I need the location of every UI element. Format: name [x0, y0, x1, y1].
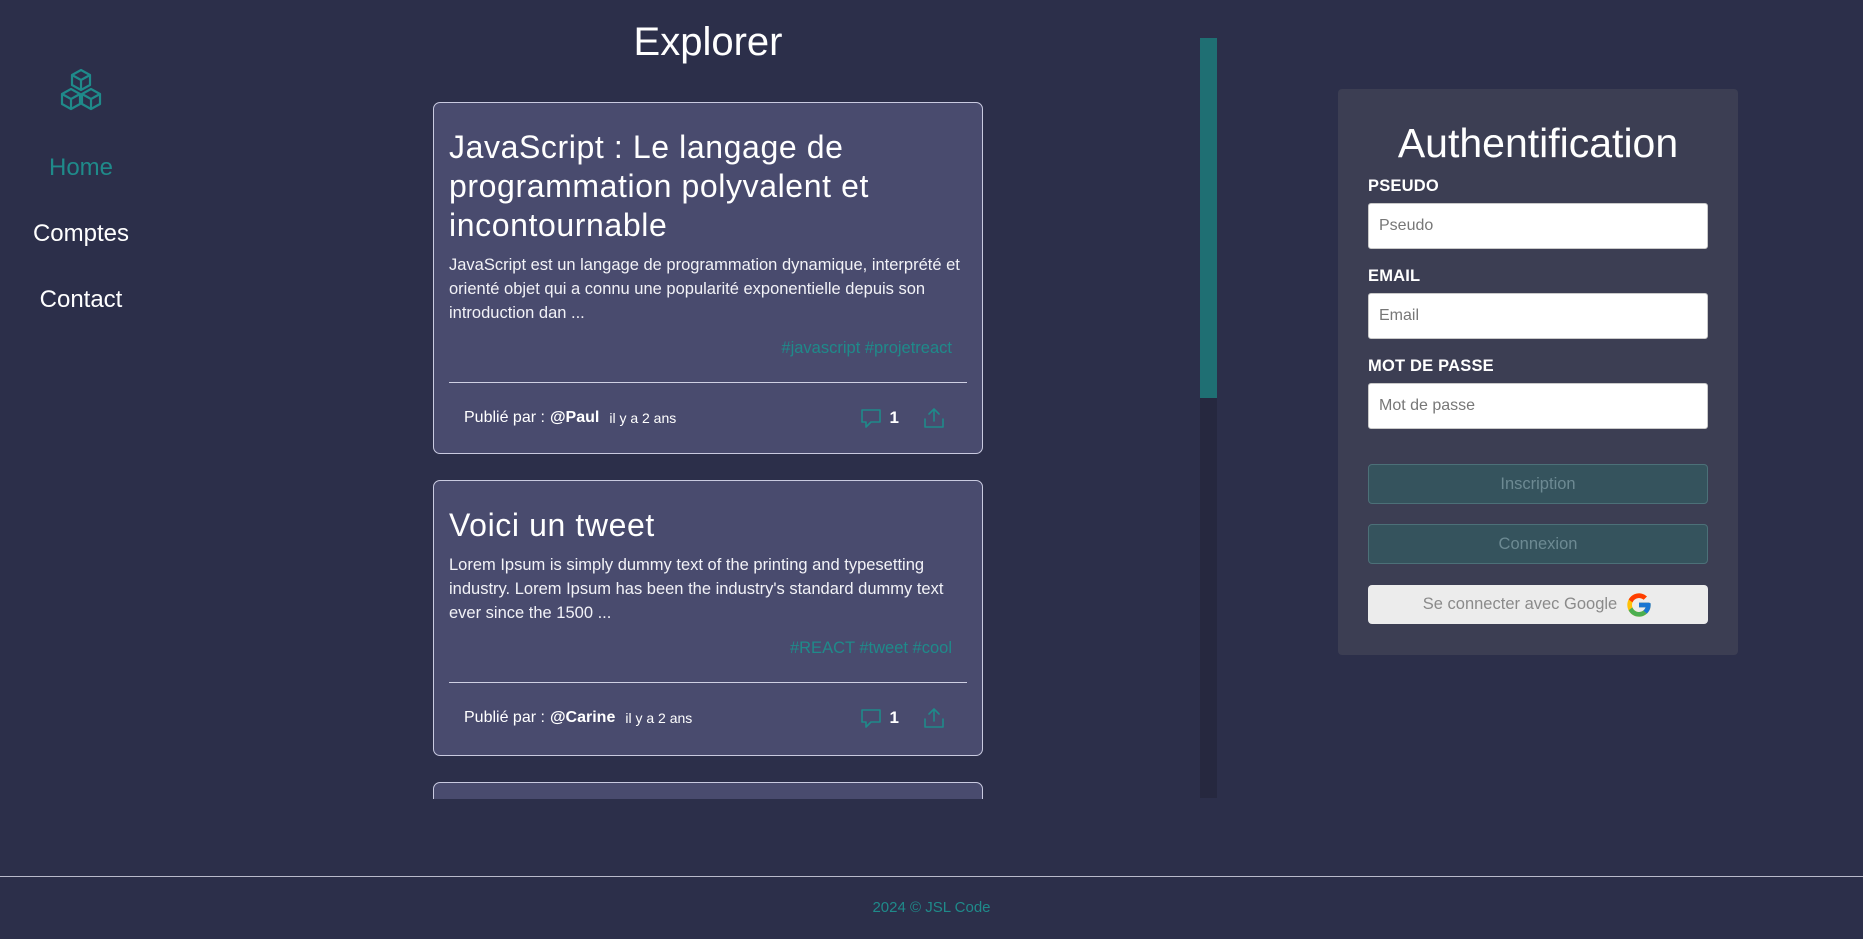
post-card: Voici un tweet Lorem Ipsum is simply dum… [433, 480, 983, 756]
post-title[interactable]: JavaScript : Le langage de programmation… [449, 128, 967, 245]
post-excerpt: Lorem Ipsum is simply dummy text of the … [449, 556, 944, 622]
post-author[interactable]: @Carine [550, 709, 615, 727]
cubes-icon[interactable] [59, 68, 103, 112]
share-icon [924, 708, 944, 728]
email-input[interactable] [1368, 293, 1708, 339]
post-card: JavaScript : Le langage de programmation… [433, 102, 983, 454]
post-title[interactable]: Voici un tweet [449, 506, 967, 545]
nav-contact[interactable]: Contact [0, 286, 162, 314]
share-button[interactable] [923, 407, 945, 429]
share-icon [924, 408, 944, 428]
share-button[interactable] [923, 707, 945, 729]
comment-icon [860, 709, 881, 728]
post-excerpt: JavaScript est un langage de programmati… [449, 256, 960, 322]
post-tags[interactable]: #REACT #tweet #cool [449, 639, 967, 658]
google-login-label: Se connecter avec Google [1422, 595, 1618, 613]
scrollbar-thumb[interactable] [1200, 38, 1217, 398]
post-time: il y a 2 ans [609, 410, 677, 426]
post-author[interactable]: @Paul [550, 409, 599, 427]
post-tags[interactable]: #javascript #projetreact [449, 339, 967, 358]
published-by-label: Publié par : [464, 409, 545, 426]
post-feed[interactable]: JavaScript : Le langage de programmation… [433, 102, 983, 799]
comment-button[interactable]: 1 [860, 707, 923, 729]
post-card [433, 782, 983, 799]
auth-title: Authentification [1397, 120, 1679, 166]
google-icon [1627, 592, 1651, 617]
page-title: Explorer [633, 20, 783, 64]
comment-count: 1 [889, 408, 899, 427]
feed-scrollbar[interactable] [1200, 38, 1217, 798]
comment-count: 1 [889, 708, 899, 727]
google-login-button[interactable]: Se connecter avec Google [1368, 585, 1708, 624]
post-footer: Publié par : @Carine il y a 2 ans 1 [449, 683, 967, 753]
post-time: il y a 2 ans [625, 710, 693, 726]
signup-button[interactable]: Inscription [1368, 464, 1708, 504]
auth-panel: Authentification PSEUDO EMAIL MOT DE PAS… [1338, 89, 1738, 655]
page-footer: 2024 © JSL Code [0, 876, 1863, 939]
pseudo-label: PSEUDO [1368, 177, 1439, 195]
password-input[interactable] [1368, 383, 1708, 429]
post-footer: Publié par : @Paul il y a 2 ans 1 [449, 383, 967, 453]
pseudo-input[interactable] [1368, 203, 1708, 249]
published-by-label: Publié par : [464, 709, 545, 726]
password-label: MOT DE PASSE [1368, 357, 1494, 375]
comment-button[interactable]: 1 [860, 407, 923, 429]
copyright-text: 2024 © JSL Code [872, 899, 991, 916]
login-button[interactable]: Connexion [1368, 524, 1708, 564]
nav-comptes[interactable]: Comptes [0, 220, 162, 248]
email-label: EMAIL [1368, 267, 1421, 285]
nav-home[interactable]: Home [0, 154, 162, 182]
comment-icon [860, 409, 881, 428]
